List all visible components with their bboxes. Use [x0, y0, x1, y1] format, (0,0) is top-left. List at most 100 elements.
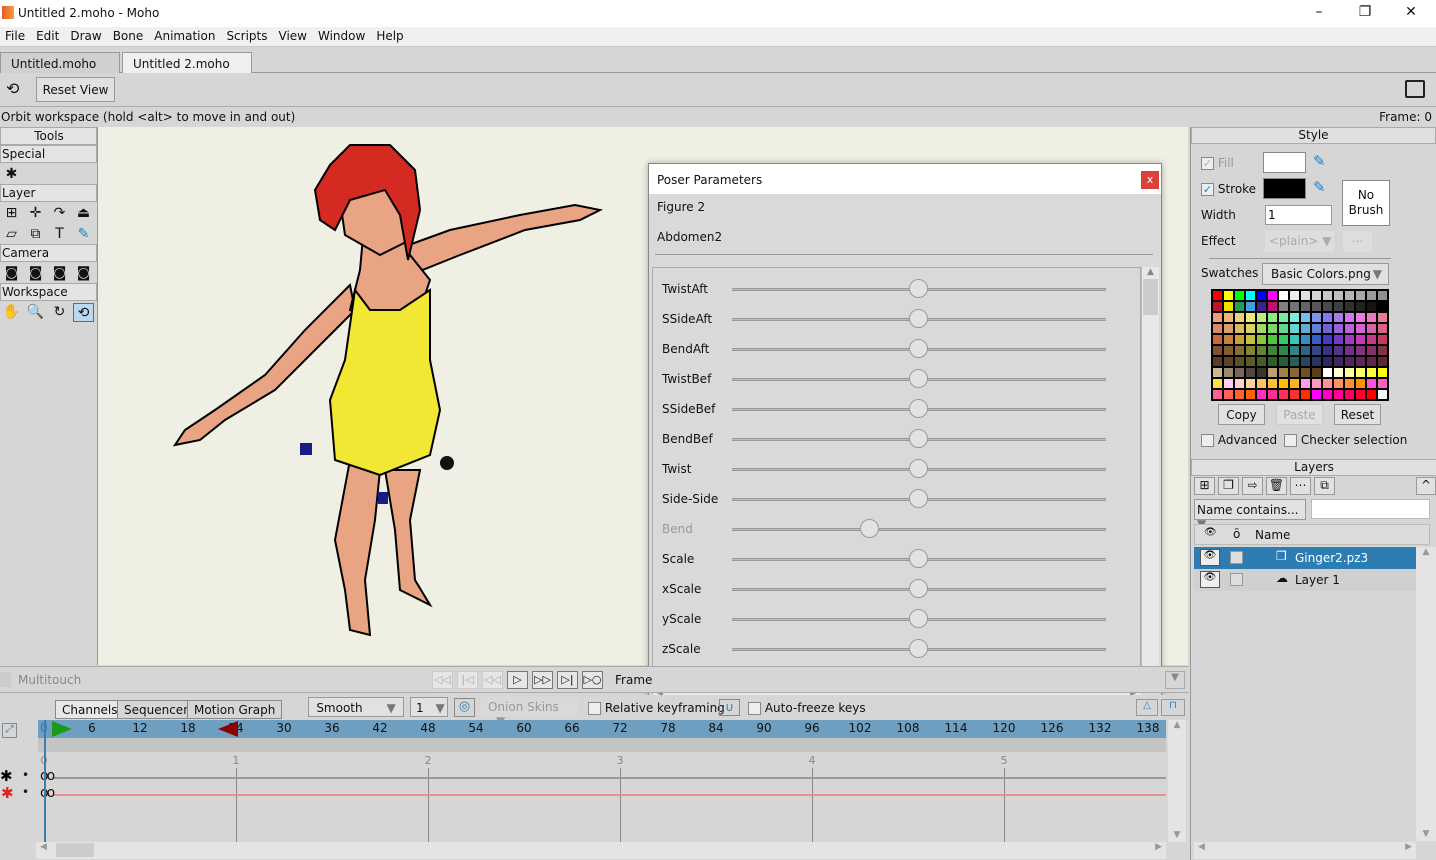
param-slider-thumb[interactable] [909, 549, 928, 568]
color-swatch[interactable] [1377, 378, 1388, 389]
new-layer-icon[interactable]: ⊞ [1194, 477, 1215, 495]
color-swatch[interactable] [1377, 345, 1388, 356]
book-icon[interactable] [1405, 80, 1425, 98]
tab-sequencer[interactable]: Sequencer [117, 700, 196, 719]
camera-pan-icon[interactable]: ◙ [73, 264, 94, 283]
color-swatch[interactable] [1245, 367, 1256, 378]
visibility-icon[interactable]: 👁 [1200, 571, 1220, 588]
color-swatch[interactable] [1234, 356, 1245, 367]
reset-button[interactable]: Reset [1334, 404, 1381, 425]
color-swatch[interactable] [1256, 323, 1267, 334]
relative-keyframing-toggle[interactable]: Relative keyframing [588, 701, 725, 715]
step-forward-button[interactable]: ▷▷ [532, 671, 553, 689]
color-swatch[interactable] [1333, 334, 1344, 345]
color-swatch[interactable] [1212, 334, 1223, 345]
color-swatch[interactable] [1333, 345, 1344, 356]
color-swatch[interactable] [1234, 367, 1245, 378]
color-swatch[interactable] [1234, 334, 1245, 345]
layer-filter-dropdown[interactable]: Name contains... ▼ [1194, 499, 1306, 531]
start-marker[interactable] [52, 721, 72, 737]
menu-draw[interactable]: Draw [70, 27, 101, 43]
keyframe-count-dropdown[interactable]: 1 ▼ [410, 697, 448, 717]
color-swatch[interactable] [1212, 389, 1223, 400]
param-slider-thumb[interactable] [909, 639, 928, 658]
color-swatch[interactable] [1366, 323, 1377, 334]
color-swatch[interactable] [1278, 323, 1289, 334]
color-swatch[interactable] [1212, 290, 1223, 301]
color-swatch[interactable] [1289, 312, 1300, 323]
copy-button[interactable]: Copy [1218, 404, 1265, 425]
color-swatch[interactable] [1245, 301, 1256, 312]
color-swatch[interactable] [1355, 323, 1366, 334]
color-swatch[interactable] [1234, 312, 1245, 323]
keyframe[interactable]: oo [40, 768, 55, 784]
color-swatch[interactable] [1366, 334, 1377, 345]
color-swatch[interactable] [1289, 378, 1300, 389]
copy-layer-icon[interactable]: ⇨ [1242, 477, 1263, 495]
layers-vscroll[interactable]: ▲ ▼ [1416, 547, 1436, 841]
color-swatch[interactable] [1256, 334, 1267, 345]
color-swatch[interactable] [1256, 290, 1267, 301]
color-swatch[interactable] [1344, 356, 1355, 367]
text-icon[interactable]: T [49, 225, 70, 244]
scroll-thumb[interactable] [1143, 279, 1158, 315]
effect-dropdown[interactable]: <plain> ▼ [1265, 231, 1334, 252]
color-swatch[interactable] [1366, 301, 1377, 312]
color-swatch[interactable] [1267, 301, 1278, 312]
color-swatch[interactable] [1223, 290, 1234, 301]
fill-toggle[interactable]: ✓ Fill [1201, 156, 1234, 170]
fill-color-swatch[interactable] [1263, 152, 1306, 173]
color-swatch[interactable] [1212, 378, 1223, 389]
color-swatch[interactable] [1223, 389, 1234, 400]
color-swatch[interactable] [1256, 301, 1267, 312]
set-origin-icon[interactable]: ⏏ [73, 204, 94, 223]
param-slider-thumb[interactable] [909, 279, 928, 298]
color-swatch[interactable] [1278, 389, 1289, 400]
color-swatch[interactable] [1289, 290, 1300, 301]
color-swatch[interactable] [1245, 378, 1256, 389]
color-swatch[interactable] [1366, 356, 1377, 367]
advanced-toggle[interactable]: Advanced [1201, 433, 1277, 447]
shear-icon[interactable]: ▱ [1, 225, 22, 244]
color-swatch[interactable] [1212, 301, 1223, 312]
multitouch-checkbox[interactable] [0, 672, 11, 687]
color-swatch[interactable] [1322, 345, 1333, 356]
relative-keyframing-checkbox[interactable] [588, 702, 601, 715]
color-swatch[interactable] [1344, 378, 1355, 389]
color-swatch[interactable] [1300, 323, 1311, 334]
camera-zoom-icon[interactable]: ◙ [25, 264, 46, 283]
color-swatch[interactable] [1322, 356, 1333, 367]
color-swatch[interactable] [1223, 378, 1234, 389]
menu-help[interactable]: Help [376, 27, 403, 43]
channel-tracks[interactable]: 012345oo•oo• [22, 720, 1166, 842]
transform-layer-icon[interactable]: ⊞ [1, 204, 22, 223]
orbit-icon[interactable]: ⟲ [73, 303, 94, 322]
color-swatch[interactable] [1289, 345, 1300, 356]
color-swatch[interactable] [1278, 345, 1289, 356]
param-slider-thumb[interactable] [909, 489, 928, 508]
color-swatch[interactable] [1355, 301, 1366, 312]
color-swatch[interactable] [1267, 334, 1278, 345]
swatch-grid[interactable] [1211, 289, 1389, 401]
end-marker[interactable] [218, 721, 238, 737]
color-swatch[interactable] [1223, 323, 1234, 334]
color-swatch[interactable] [1311, 378, 1322, 389]
color-swatch[interactable] [1278, 290, 1289, 301]
color-swatch[interactable] [1256, 389, 1267, 400]
color-swatch[interactable] [1212, 312, 1223, 323]
color-swatch[interactable] [1377, 356, 1388, 367]
layers-hscroll[interactable]: ◀ ▶ [1194, 842, 1416, 859]
layer-checkbox[interactable] [1230, 573, 1243, 586]
timeline-vscroll[interactable]: ▲ ▼ [1168, 720, 1186, 842]
color-swatch[interactable] [1289, 367, 1300, 378]
color-swatch[interactable] [1311, 323, 1322, 334]
color-swatch[interactable] [1333, 389, 1344, 400]
color-swatch[interactable] [1344, 301, 1355, 312]
menu-view[interactable]: View [279, 27, 307, 43]
color-swatch[interactable] [1245, 334, 1256, 345]
maximize-button[interactable]: ❐ [1350, 4, 1380, 20]
auto-freeze-checkbox[interactable] [748, 702, 761, 715]
color-swatch[interactable] [1245, 389, 1256, 400]
color-swatch[interactable] [1366, 345, 1377, 356]
color-swatch[interactable] [1377, 323, 1388, 334]
